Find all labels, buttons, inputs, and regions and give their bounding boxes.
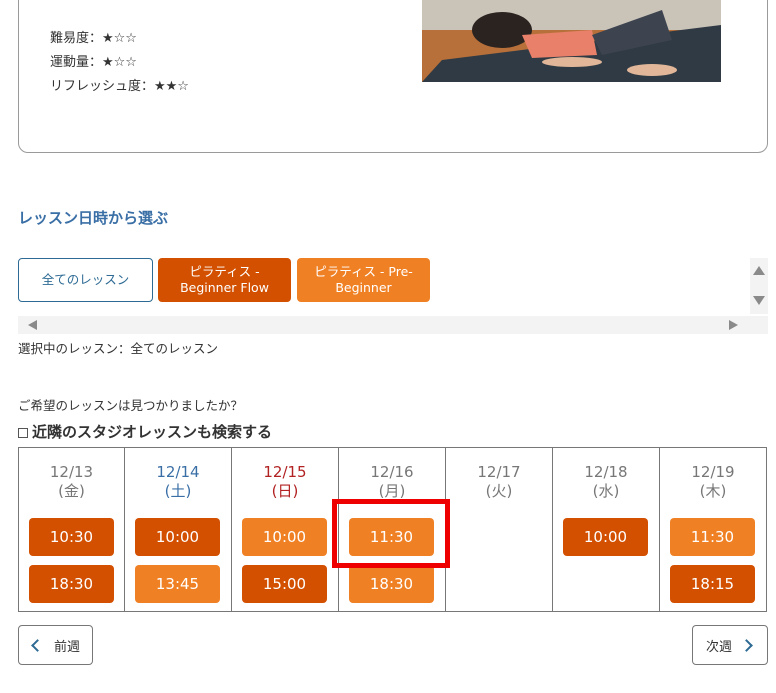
day-header: 12/16 (月)	[339, 463, 445, 501]
time-slot-button[interactable]: 10:00	[242, 518, 327, 556]
time-slot-button[interactable]: 10:30	[29, 518, 114, 556]
scroll-right-icon[interactable]	[729, 320, 738, 330]
day-of-week: (土)	[164, 482, 192, 500]
day-header: 12/14 (土)	[125, 463, 231, 501]
day-header: 12/15 (日)	[232, 463, 338, 501]
day-date: 12/13	[49, 463, 94, 481]
day-column: 12/18 (水) 10:00	[553, 448, 660, 611]
prev-week-label: 前週	[54, 639, 81, 655]
day-column: 12/14 (土) 10:00 13:45	[125, 448, 232, 611]
chevron-left-icon	[31, 638, 44, 652]
day-of-week: (日)	[271, 482, 299, 500]
day-of-week: (金)	[58, 482, 85, 500]
section-title: レッスン日時から選ぶ	[18, 209, 169, 227]
filter-b1-label-line1: ピラティス -	[189, 264, 260, 279]
day-date: 12/18	[584, 463, 628, 481]
day-column: 12/15 (日) 10:00 15:00	[232, 448, 339, 611]
prev-week-button[interactable]: 前週	[18, 625, 93, 665]
day-column: 12/17 (火)	[446, 448, 553, 611]
selected-lesson-text: 選択中のレッスン：全てのレッスン	[18, 341, 219, 356]
time-slot-button[interactable]: 11:30	[349, 518, 434, 556]
day-column: 12/13 (金) 10:30 18:30	[19, 448, 125, 611]
next-week-button[interactable]: 次週	[692, 625, 768, 665]
filter-b2-label: ピラティス - Pre- Beginner	[314, 264, 413, 296]
day-column: 12/16 (月) 11:30 18:30	[339, 448, 446, 611]
next-week-label: 次週	[705, 639, 732, 655]
day-header: 12/13 (金)	[19, 463, 124, 501]
chevron-right-icon	[740, 638, 753, 652]
refresh-rating: リフレッシュ度：★★☆	[50, 79, 189, 94]
nearby-studio-checkbox[interactable]: 近隣のスタジオレッスンも検索する	[18, 421, 272, 442]
day-column: 12/19 (木) 11:30 18:15	[660, 448, 766, 611]
day-of-week: (月)	[378, 482, 406, 500]
exercise-rating: 運動量：★☆☆	[50, 55, 137, 70]
difficulty-rating: 難易度：★☆☆	[50, 31, 137, 46]
day-of-week: (火)	[485, 482, 513, 500]
filter-pilates-beginner-flow-button[interactable]: ピラティス - Beginner Flow	[158, 258, 291, 302]
day-date: 12/15	[263, 463, 307, 481]
filter-b1-label-line2: Beginner Flow	[180, 280, 269, 295]
filter-all-label: 全てのレッスン	[41, 272, 130, 287]
lesson-photo	[422, 0, 721, 82]
nearby-label: 近隣のスタジオレッスンも検索する	[32, 423, 273, 441]
filter-pilates-pre-beginner-button[interactable]: ピラティス - Pre- Beginner	[297, 258, 430, 302]
day-date: 12/14	[156, 463, 200, 481]
day-date: 12/16	[370, 463, 414, 481]
day-of-week: (水)	[592, 482, 620, 500]
time-slot-button[interactable]: 18:30	[29, 565, 114, 603]
horizontal-scrollbar[interactable]	[18, 316, 768, 334]
lesson-ratings: 難易度：★☆☆ 運動量：★☆☆ リフレッシュ度：★★☆	[50, 27, 189, 99]
found-question-text: ご希望のレッスンは見つかりましたか？	[18, 398, 244, 413]
time-slot-button[interactable]: 18:15	[670, 565, 755, 603]
checkbox-icon[interactable]	[18, 427, 28, 438]
time-slot-button[interactable]: 13:45	[135, 565, 220, 603]
time-slot-button[interactable]: 10:00	[135, 518, 220, 556]
day-date: 12/19	[691, 463, 735, 481]
day-date: 12/17	[477, 463, 521, 481]
day-header: 12/19 (木)	[660, 463, 766, 501]
time-slot-button[interactable]: 10:00	[563, 518, 648, 556]
filter-b1-label: ピラティス - Beginner Flow	[180, 264, 269, 296]
lesson-calendar: 12/13 (金) 10:30 18:30 12/14 (土) 10:00 13…	[18, 447, 767, 612]
filter-all-lessons-button[interactable]: 全てのレッスン	[18, 258, 153, 302]
day-header: 12/18 (水)	[553, 463, 659, 501]
day-of-week: (木)	[699, 482, 727, 500]
day-header: 12/17 (火)	[446, 463, 552, 501]
scroll-up-icon[interactable]	[753, 266, 765, 275]
time-slot-button[interactable]: 15:00	[242, 565, 327, 603]
time-slot-button[interactable]: 11:30	[670, 518, 755, 556]
time-slot-button[interactable]: 18:30	[349, 565, 434, 603]
filter-b2-label-line1: ピラティス - Pre-	[314, 264, 413, 279]
scroll-down-icon[interactable]	[753, 296, 765, 305]
scroll-left-icon[interactable]	[28, 320, 37, 330]
filter-b2-label-line2: Beginner	[335, 280, 392, 295]
vertical-scrollbar[interactable]	[750, 258, 768, 314]
